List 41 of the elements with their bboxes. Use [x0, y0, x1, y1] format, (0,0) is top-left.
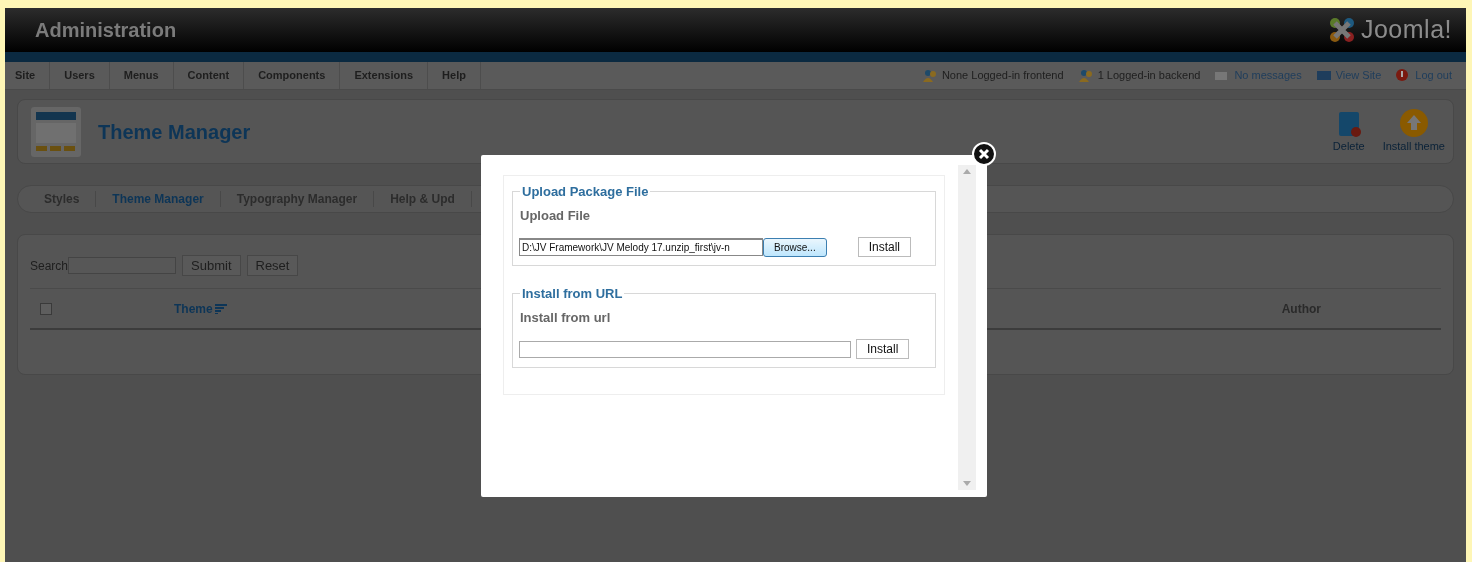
scrollbar[interactable]: [958, 165, 976, 490]
upload-icon: [1398, 108, 1429, 139]
status-link[interactable]: No messages: [1234, 67, 1302, 84]
field-label: Install from url: [520, 308, 612, 327]
page-title: Theme Manager: [98, 119, 251, 145]
page-icon: [30, 105, 82, 158]
menu-item[interactable]: Extensions: [340, 62, 429, 89]
file-path-field[interactable]: D:\JV Framework\JV Melody 17.unzip_first\jv-n: [519, 238, 763, 256]
status-link[interactable]: View Site: [1335, 67, 1382, 84]
install-button[interactable]: Install: [857, 237, 911, 257]
toolbar-button[interactable]: Delete: [1332, 108, 1365, 155]
browse-button[interactable]: Browse...: [763, 237, 827, 257]
monitor-icon: [1315, 68, 1332, 83]
column-sort-link[interactable]: Theme: [174, 299, 213, 318]
section-legend: Install from URL: [520, 284, 625, 304]
menu-item[interactable]: Components: [244, 62, 341, 89]
form-button[interactable]: Reset: [246, 255, 299, 276]
install-button[interactable]: Install: [856, 339, 910, 359]
scroll-down-icon: [963, 481, 971, 486]
toolbar-button[interactable]: Install theme: [1382, 108, 1445, 155]
status-link[interactable]: Log out: [1415, 67, 1452, 84]
search-label: Search: [30, 257, 69, 275]
users-icon: [1077, 68, 1094, 83]
menu-item[interactable]: Menus: [109, 62, 174, 89]
menu-item[interactable]: Content: [173, 62, 245, 89]
header-title: Administration: [35, 18, 177, 43]
logo-text: Joomla!: [1360, 14, 1452, 46]
url-field[interactable]: [519, 340, 851, 358]
submenu-tab[interactable]: Theme Manager: [96, 191, 221, 207]
scroll-up-icon: [963, 169, 971, 174]
menu-item[interactable]: Help: [428, 62, 481, 89]
checkbox[interactable]: [40, 302, 52, 315]
close-icon[interactable]: [972, 142, 996, 166]
section-legend: Upload Package File: [520, 182, 651, 202]
field-label: Upload File: [520, 206, 592, 225]
menu-item[interactable]: Site: [5, 62, 51, 89]
menu-item[interactable]: Users: [50, 62, 110, 89]
users-icon: [921, 68, 938, 83]
form-button[interactable]: Submit: [182, 255, 241, 276]
status-text: None Logged-in frontend: [941, 68, 1064, 84]
sort-icon: [214, 303, 227, 314]
